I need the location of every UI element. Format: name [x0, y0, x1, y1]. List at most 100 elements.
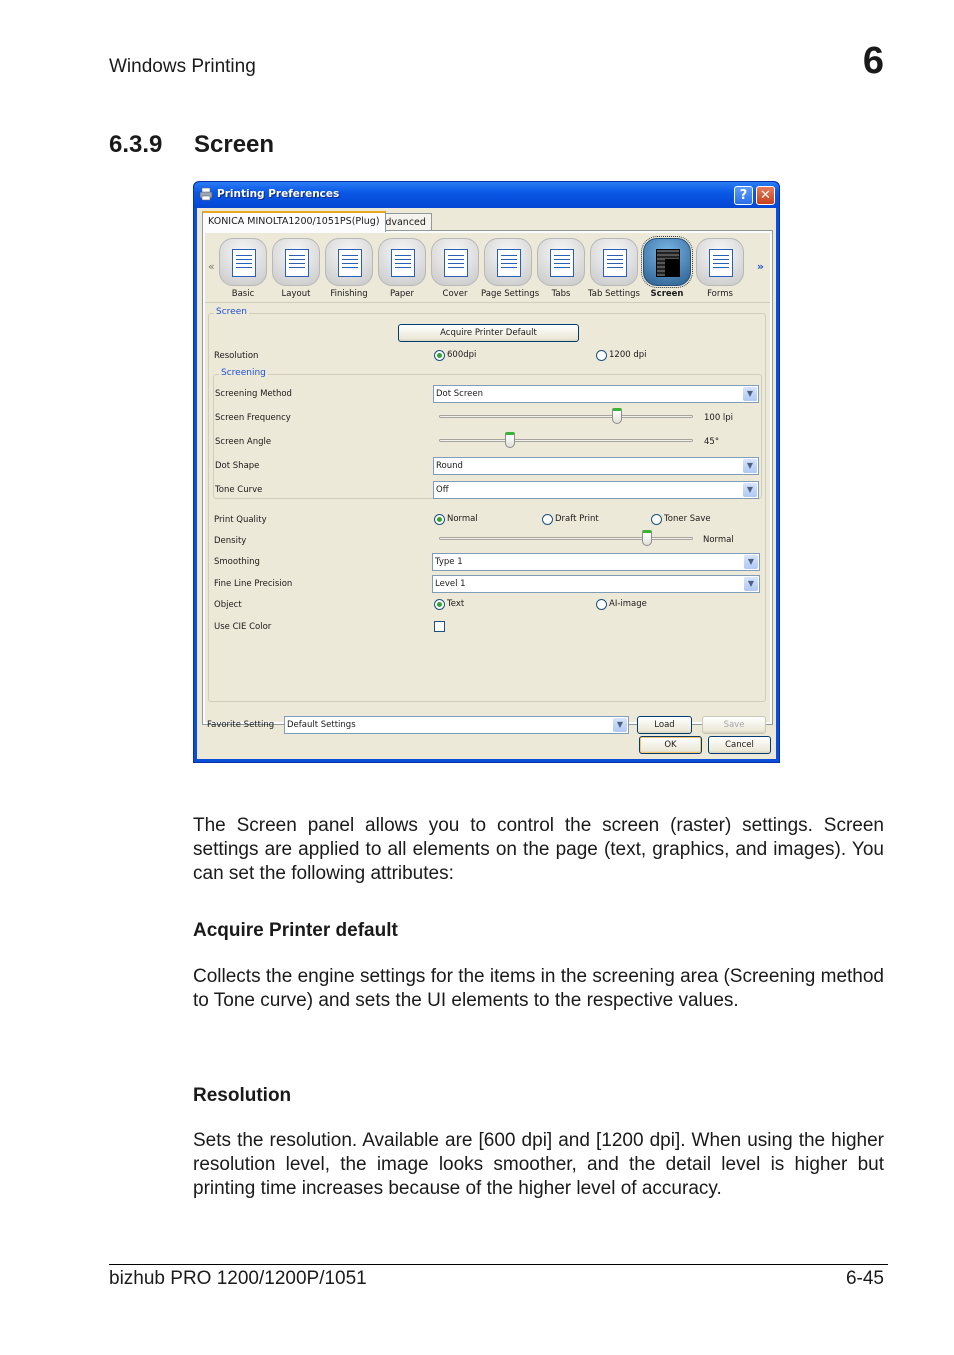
object-ai-image-radio[interactable]: AI-image — [596, 599, 647, 610]
printing-preferences-dialog: Printing Preferences ? ✕ KONICA MINOLTA1… — [193, 181, 780, 763]
tab-konica-minolta[interactable]: KONICA MINOLTA1200/1051PS(Plug) — [202, 211, 386, 232]
tone-curve-label: Tone Curve — [215, 485, 263, 495]
object-label: Object — [214, 600, 242, 610]
save-button[interactable]: Save — [702, 716, 766, 734]
object-text-radio[interactable]: Text — [434, 599, 464, 610]
load-button[interactable]: Load — [637, 716, 692, 734]
tab-page: « Basic Layout Finishing Paper Cover Pag… — [202, 230, 773, 734]
tone-curve-select[interactable]: Off ▼ — [433, 481, 759, 499]
print-quality-draft-radio[interactable]: Draft Print — [542, 514, 599, 525]
icon-tab-label: Tabs — [551, 289, 571, 299]
chevron-down-icon[interactable]: ▼ — [744, 577, 758, 591]
resolution-1200dpi-radio[interactable]: 1200 dpi — [596, 350, 647, 361]
printer-icon — [199, 187, 213, 201]
chevron-down-icon[interactable]: ▼ — [613, 718, 627, 732]
acquire-printer-default-button[interactable]: Acquire Printer Default — [398, 324, 579, 342]
screen-icon — [641, 236, 693, 288]
density-label: Density — [214, 536, 247, 546]
icon-tab-label: Page Settings — [481, 289, 540, 299]
screen-frequency-slider[interactable] — [439, 408, 693, 424]
screen-angle-slider[interactable] — [439, 432, 693, 448]
icon-tab-tab-settings[interactable]: Tab Settings — [587, 238, 641, 299]
screening-method-select[interactable]: Dot Screen ▼ — [433, 385, 759, 403]
icon-tab-label: Layout — [281, 289, 311, 299]
favorite-setting-select[interactable]: Default Settings ▼ — [284, 716, 629, 734]
section-title-text: Screen — [194, 131, 275, 158]
slider-thumb[interactable] — [505, 432, 516, 448]
icon-tab-page-settings[interactable]: Page Settings — [481, 238, 540, 299]
subsection-heading: Resolution — [193, 1085, 292, 1106]
chevron-down-icon[interactable]: ▼ — [743, 387, 757, 401]
icon-tab-cover[interactable]: Cover — [428, 238, 482, 299]
smoothing-select[interactable]: Type 1 ▼ — [432, 553, 760, 571]
screening-method-value: Dot Screen — [436, 389, 484, 399]
footer-divider — [109, 1264, 888, 1265]
fine-line-precision-label: Fine Line Precision — [214, 579, 293, 589]
finishing-icon — [325, 238, 373, 286]
icon-tab-label: Forms — [707, 289, 733, 299]
subsection-text: Sets the resolution. Available are [600 … — [193, 1130, 884, 1199]
intro-paragraph: The Screen panel allows you to control t… — [193, 815, 884, 884]
paper-icon — [378, 238, 426, 286]
forms-icon — [696, 238, 744, 286]
layout-icon — [272, 238, 320, 286]
use-cie-color-label: Use CIE Color — [214, 622, 272, 632]
dialog-title: Printing Preferences — [217, 188, 340, 200]
fine-line-precision-value: Level 1 — [435, 579, 466, 589]
print-quality-toner-save-radio[interactable]: Toner Save — [651, 514, 711, 525]
dot-shape-select[interactable]: Round ▼ — [433, 457, 759, 475]
icon-tab-layout[interactable]: Layout — [269, 238, 323, 299]
close-button[interactable]: ✕ — [756, 186, 775, 205]
screening-method-label: Screening Method — [215, 389, 292, 399]
ok-button[interactable]: OK — [639, 736, 702, 754]
dot-shape-value: Round — [436, 461, 463, 471]
resolution-label: Resolution — [214, 351, 259, 361]
icon-tab-finishing[interactable]: Finishing — [322, 238, 376, 299]
screen-group-legend: Screen — [214, 307, 249, 317]
icon-tab-basic[interactable]: Basic — [216, 238, 270, 299]
chevron-down-icon[interactable]: ▼ — [743, 459, 757, 473]
density-slider[interactable] — [439, 530, 693, 546]
icon-tab-forms[interactable]: Forms — [693, 238, 747, 299]
scroll-left-icon[interactable]: « — [208, 260, 215, 273]
slider-track — [439, 439, 693, 442]
chevron-down-icon[interactable]: ▼ — [743, 483, 757, 497]
subsection-heading: Acquire Printer default — [193, 920, 398, 941]
chapter-number: 6 — [862, 40, 884, 82]
icon-tab-label: Tab Settings — [588, 289, 640, 299]
dot-shape-label: Dot Shape — [215, 461, 260, 471]
slider-thumb[interactable] — [611, 408, 622, 424]
footer-product: bizhub PRO 1200/1200P/1051 — [109, 1268, 367, 1289]
subsection-text: Collects the engine settings for the ite… — [193, 966, 884, 1011]
tone-curve-value: Off — [436, 485, 449, 495]
running-head: Windows Printing — [109, 56, 256, 77]
screen-frequency-value: 100 lpi — [704, 413, 734, 423]
icon-tab-label: Screen — [650, 289, 684, 299]
help-button[interactable]: ? — [734, 186, 753, 205]
dialog-titlebar[interactable]: Printing Preferences ? ✕ — [194, 182, 779, 208]
dialog-client: KONICA MINOLTA1200/1051PS(Plug) Advanced… — [197, 208, 776, 759]
section-number: 6.3.9 — [109, 131, 163, 158]
scroll-right-icon[interactable]: » — [757, 260, 764, 273]
screen-frequency-label: Screen Frequency — [215, 413, 291, 423]
section-title: 6.3.9 Screen — [109, 131, 274, 159]
resolution-600dpi-radio[interactable]: 600dpi — [434, 350, 476, 361]
icon-tab-screen[interactable]: Screen — [640, 236, 694, 299]
use-cie-color-checkbox[interactable] — [434, 621, 445, 632]
smoothing-value: Type 1 — [435, 557, 463, 567]
print-quality-normal-radio[interactable]: Normal — [434, 514, 478, 525]
icon-tab-tabs[interactable]: Tabs — [534, 238, 588, 299]
slider-thumb[interactable] — [642, 530, 653, 546]
screening-group-legend: Screening — [219, 368, 268, 378]
screen-angle-label: Screen Angle — [215, 437, 272, 447]
icon-tab-label: Cover — [442, 289, 468, 299]
cancel-button[interactable]: Cancel — [708, 736, 771, 754]
favorite-setting-value: Default Settings — [287, 720, 356, 730]
icon-tab-paper[interactable]: Paper — [375, 238, 429, 299]
fine-line-precision-select[interactable]: Level 1 ▼ — [432, 575, 760, 593]
smoothing-label: Smoothing — [214, 557, 260, 567]
basic-icon — [219, 238, 267, 286]
page-settings-icon — [484, 238, 532, 286]
chevron-down-icon[interactable]: ▼ — [744, 555, 758, 569]
print-quality-label: Print Quality — [214, 515, 267, 525]
